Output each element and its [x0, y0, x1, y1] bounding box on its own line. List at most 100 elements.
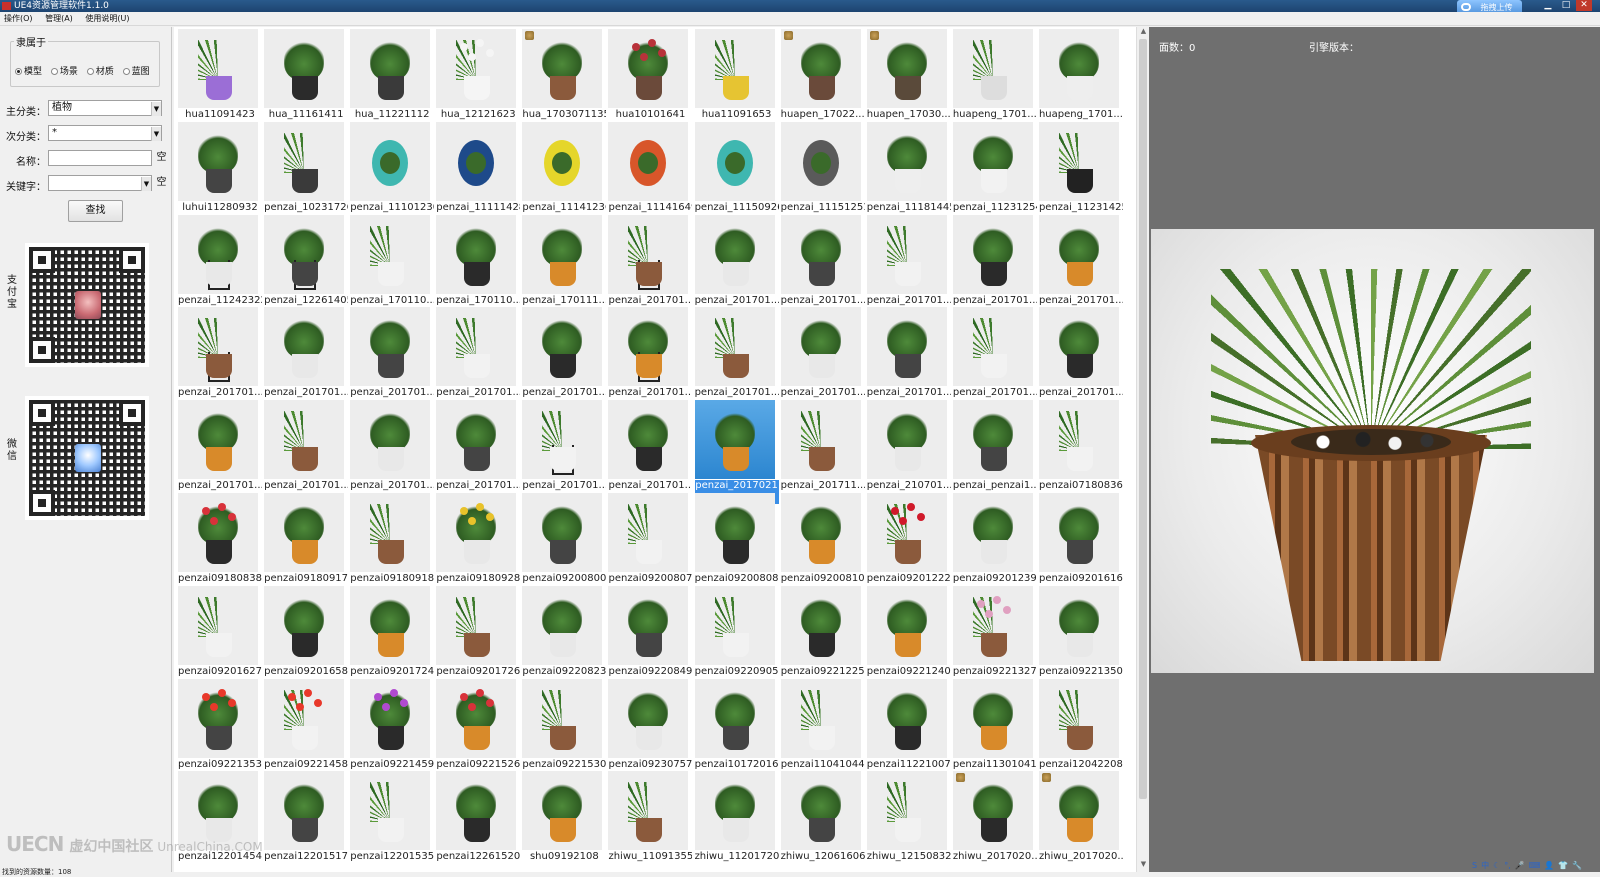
asset-thumbnail[interactable]: penzai_201701...: [608, 307, 692, 399]
chevron-down-icon[interactable]: ▼: [151, 127, 161, 141]
asset-thumbnail[interactable]: penzai11041044: [780, 678, 865, 771]
chevron-down-icon[interactable]: ▼: [151, 102, 161, 116]
asset-thumbnail[interactable]: penzai09221458: [264, 678, 348, 771]
menu-manage[interactable]: 管理(A): [45, 12, 73, 26]
scrollbar-thumb[interactable]: [1139, 39, 1147, 799]
asset-thumbnail[interactable]: penzai_11141649: [608, 121, 692, 214]
asset-thumbnail[interactable]: penzai_170111...: [522, 214, 606, 307]
asset-thumbnail[interactable]: penzai_201701...: [608, 214, 692, 307]
asset-thumbnail[interactable]: penzai12201517: [264, 771, 348, 863]
asset-thumbnail[interactable]: penzai_201701...: [178, 400, 262, 492]
asset-thumbnail[interactable]: penzai09221225: [780, 585, 865, 678]
asset-thumbnail[interactable]: penzai09221327: [952, 585, 1037, 678]
clear-keyword-button[interactable]: 空: [154, 176, 169, 190]
asset-thumbnail[interactable]: penzai09221459: [350, 678, 434, 771]
user-icon[interactable]: 👤: [1544, 861, 1554, 870]
asset-thumbnail[interactable]: penzai09201726: [436, 585, 520, 678]
asset-thumbnail[interactable]: penzai_201701...: [780, 214, 865, 307]
asset-thumbnail[interactable]: penzai_201701...: [264, 400, 348, 492]
asset-thumbnail[interactable]: penzai_201711...: [780, 400, 865, 492]
menu-help[interactable]: 使用说明(U): [85, 12, 129, 26]
asset-thumbnail[interactable]: penzai09200810: [780, 492, 865, 585]
asset-thumbnail[interactable]: penzai_201701...: [350, 307, 434, 399]
asset-thumbnail[interactable]: huapen_17030...: [866, 29, 951, 121]
asset-thumbnail[interactable]: penzai_201701...: [608, 400, 692, 492]
asset-thumbnail[interactable]: penzai_11231254: [952, 121, 1037, 214]
asset-thumbnail[interactable]: hua_1703071135: [522, 29, 606, 121]
asset-thumbnail[interactable]: penzai10172016: [694, 678, 779, 771]
asset-thumbnail[interactable]: zhiwu_12150832: [866, 771, 951, 863]
asset-thumbnail[interactable]: zhiwu_11091355: [608, 771, 692, 863]
asset-thumbnail[interactable]: penzai09201239: [952, 492, 1037, 585]
asset-thumbnail[interactable]: huapen_17022...: [780, 29, 865, 121]
asset-thumbnail[interactable]: penzai09201658: [264, 585, 348, 678]
keyword-combo[interactable]: ▼: [48, 175, 152, 191]
shirt-icon[interactable]: 👕: [1558, 861, 1568, 870]
asset-thumbnail[interactable]: hua_12121623: [436, 29, 520, 121]
radio-material[interactable]: 材质: [86, 64, 114, 77]
asset-thumbnail[interactable]: hua_11161411: [264, 29, 348, 121]
asset-thumbnail[interactable]: penzai_201701...: [350, 400, 434, 492]
asset-thumbnail[interactable]: penzai09180918: [350, 492, 434, 585]
asset-thumbnail[interactable]: penzai_201701...: [866, 307, 951, 399]
asset-thumbnail[interactable]: zhiwu_11201720: [694, 771, 779, 863]
asset-thumbnail[interactable]: penzai_201701...: [694, 307, 779, 399]
asset-thumbnail[interactable]: penzai_11111428: [436, 121, 520, 214]
asset-thumbnail[interactable]: hua11091423: [178, 29, 262, 121]
asset-thumbnail[interactable]: penzai09221353: [178, 678, 262, 771]
asset-thumbnail[interactable]: hua11091653: [694, 29, 779, 121]
asset-thumbnail[interactable]: penzai07180836: [1038, 400, 1123, 492]
radio-blueprint[interactable]: 蓝图: [122, 64, 150, 77]
asset-thumbnail[interactable]: penzai09230757: [608, 678, 692, 771]
asset-thumbnail[interactable]: penzai_201701...: [866, 214, 951, 307]
moon-icon[interactable]: ☾: [1493, 861, 1500, 870]
sogou-icon[interactable]: S: [1472, 861, 1477, 870]
asset-thumbnail[interactable]: penzai11301041: [952, 678, 1037, 771]
asset-thumbnail[interactable]: penzai_201701...: [1038, 307, 1123, 399]
asset-thumbnail[interactable]: penzai_201701...: [694, 214, 779, 307]
asset-thumbnail[interactable]: penzai_11141236: [522, 121, 606, 214]
asset-thumbnail[interactable]: penzai09180928: [436, 492, 520, 585]
asset-thumbnail[interactable]: penzai_11181445: [866, 121, 951, 214]
lang-icon[interactable]: 中: [1481, 861, 1489, 870]
wrench-icon[interactable]: 🔧: [1572, 861, 1582, 870]
asset-thumbnail[interactable]: penzai_201701...: [522, 400, 606, 492]
asset-thumbnail[interactable]: zhiwu_2017020...: [1038, 771, 1123, 863]
asset-thumbnail[interactable]: penzai12042208: [1038, 678, 1123, 771]
asset-thumbnail[interactable]: penzai09220905: [694, 585, 779, 678]
asset-thumbnail[interactable]: penzai09201724: [350, 585, 434, 678]
asset-thumbnail[interactable]: penzai09221240: [866, 585, 951, 678]
asset-thumbnail[interactable]: penzai09201222: [866, 492, 951, 585]
asset-thumbnail[interactable]: penzai_penzai1...: [952, 400, 1037, 492]
asset-thumbnail[interactable]: penzai_201701...: [780, 307, 865, 399]
asset-thumbnail[interactable]: penzai09180917: [264, 492, 348, 585]
asset-thumbnail[interactable]: luhui11280932: [178, 121, 262, 214]
asset-thumbnail[interactable]: penzai09180838: [178, 492, 262, 585]
radio-model[interactable]: 模型: [15, 64, 42, 77]
asset-thumbnail[interactable]: penzai_12261405: [264, 214, 348, 307]
clear-name-button[interactable]: 空: [154, 151, 169, 165]
chevron-down-icon[interactable]: ▼: [141, 177, 151, 191]
asset-thumbnail[interactable]: penzai09220849: [608, 585, 692, 678]
keyboard-icon[interactable]: ⌨: [1529, 861, 1541, 870]
asset-thumbnail[interactable]: penzai_201701...: [1038, 214, 1123, 307]
asset-thumbnail[interactable]: penzai_201701...: [436, 400, 520, 492]
asset-thumbnail[interactable]: penzai09201627: [178, 585, 262, 678]
asset-thumbnail[interactable]: penzai_201701...: [264, 307, 348, 399]
main-category-select[interactable]: 植物 ▼: [48, 100, 162, 116]
grid-scrollbar[interactable]: ▲ ▼: [1136, 27, 1149, 872]
asset-thumbnail[interactable]: penzai_201701...: [522, 307, 606, 399]
close-button[interactable]: ✕: [1576, 0, 1592, 11]
asset-thumbnail[interactable]: penzai_11231425: [1038, 121, 1123, 214]
asset-thumbnail[interactable]: penzai09220823: [522, 585, 606, 678]
asset-thumbnail[interactable]: penzai09200808: [694, 492, 779, 585]
asset-thumbnail[interactable]: penzai_210701...: [866, 400, 951, 492]
asset-thumbnail[interactable]: zhiwu_12061606: [780, 771, 865, 863]
asset-thumbnail[interactable]: penzai_201701...: [436, 307, 520, 399]
asset-thumbnail[interactable]: penzai12201535: [350, 771, 434, 863]
menu-operate[interactable]: 操作(O): [4, 12, 33, 26]
asset-thumbnail[interactable]: penzai_201701...: [178, 307, 262, 399]
asset-thumbnail[interactable]: penzai_170110...: [436, 214, 520, 307]
asset-thumbnail[interactable]: penzai_11151251: [780, 121, 865, 214]
asset-thumbnail[interactable]: penzai09221530: [522, 678, 606, 771]
